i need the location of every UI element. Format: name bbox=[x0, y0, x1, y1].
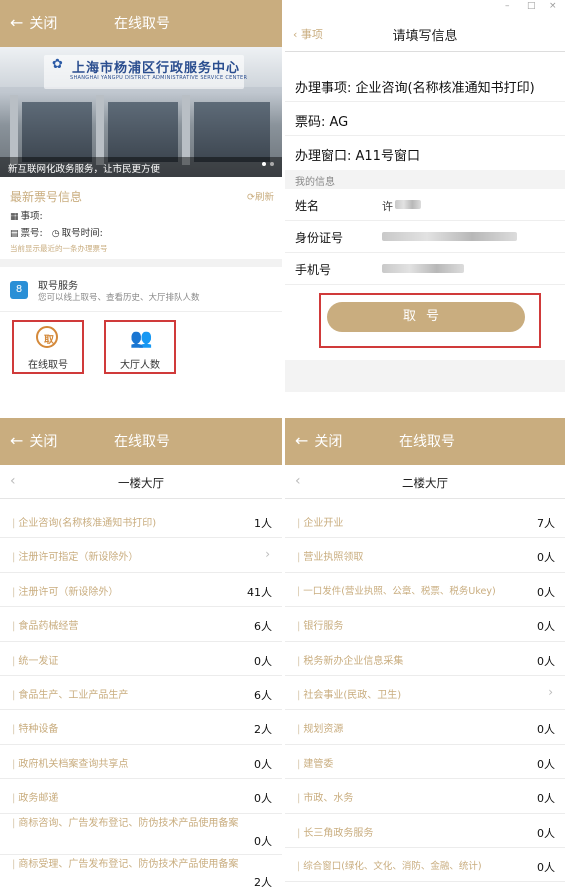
list-item[interactable]: | 特种设备 2人 bbox=[0, 710, 282, 745]
online-ticket-home: ← 关闭 在线取号 ✿ 上海市杨浦区行政服务中心 SHANGHAI YANGPU … bbox=[0, 0, 282, 405]
chevron-right-icon: › bbox=[548, 684, 553, 699]
list-item[interactable]: | 市政、水务 0人 bbox=[285, 779, 565, 814]
list-item[interactable]: | 统一发证 0人 bbox=[0, 642, 282, 676]
list-item[interactable]: | 食品生产、工业产品生产 6人 bbox=[0, 676, 282, 711]
section-header: 我的信息 bbox=[285, 170, 565, 189]
page-title: 请填写信息 bbox=[392, 29, 458, 44]
hall-count-tile[interactable]: 👥 大厅人数 bbox=[104, 320, 176, 374]
matter-icon: ▦ bbox=[10, 212, 19, 222]
window-row: 办理窗口: A11号窗口 bbox=[285, 136, 565, 170]
banner-image[interactable]: ✿ 上海市杨浦区行政服务中心 SHANGHAI YANGPU DISTRICT … bbox=[0, 47, 282, 177]
list-item[interactable]: | 一口发件(营业执照、公章、税票、税务Ukey) 0人 bbox=[285, 573, 565, 608]
list-item[interactable]: | 规划资源 0人 bbox=[285, 710, 565, 745]
close-button[interactable]: ← 关闭 bbox=[10, 13, 57, 33]
logo-icon: ✿ bbox=[52, 57, 63, 72]
hall-title: 二楼大厅 bbox=[402, 476, 448, 490]
ticket-matter-row: ▦ 事项: bbox=[10, 211, 43, 222]
list-item[interactable]: | 社会事业(民政、卫生) › bbox=[285, 676, 565, 711]
list-item[interactable]: | 注册许可指定（新设除外） › bbox=[0, 538, 282, 573]
ticket-note: 当前显示最近的一条办理票号 bbox=[10, 244, 108, 253]
people-icon: 👥 bbox=[130, 328, 153, 349]
page-title: 在线取号 bbox=[114, 434, 170, 450]
service-list: | 企业咨询(名称核准通知书打印) 1人 | 注册许可指定（新设除外） › | 注册许可（… bbox=[0, 504, 282, 895]
close-button[interactable]: ← 关闭 bbox=[295, 431, 342, 451]
ticket-service-header: 8 取号服务 您可以线上取号、查看历史、大厅排队人数 bbox=[0, 272, 282, 312]
list-item[interactable]: | 营业执照领取 0人 bbox=[285, 538, 565, 573]
service-list: | 企业开业 7人 | 营业执照领取 0人 | 一口发件(营业执照、公章、税票、税务Uke… bbox=[285, 504, 565, 883]
take-number-icon: 取 bbox=[36, 326, 58, 348]
submit-highlight: 取号 bbox=[319, 293, 541, 348]
clock-icon: ◷ bbox=[51, 229, 60, 239]
redacted-value bbox=[382, 264, 464, 273]
carousel-dots[interactable] bbox=[258, 151, 274, 170]
sub-header: ‹ 二楼大厅 bbox=[285, 465, 565, 499]
list-item[interactable]: | 政府机关档案查询共享点 0人 bbox=[0, 745, 282, 780]
page-title: 在线取号 bbox=[399, 434, 455, 450]
ticket-number-row: ▤ 票号: ◷ 取号时间: bbox=[10, 228, 103, 239]
floor2-hall-screen: ← 关闭 在线取号 ‹ 二楼大厅 | 企业开业 7人 | 营业执照领取 0人 | 一口发件(… bbox=[285, 418, 565, 895]
id-number-field[interactable]: 身份证号 bbox=[285, 221, 565, 253]
back-arrow-icon: ← bbox=[10, 13, 24, 32]
redacted-value bbox=[382, 232, 517, 241]
name-field[interactable]: 姓名 许 bbox=[285, 189, 565, 221]
latest-ticket-info: 最新票号信息 ⟳刷新 ▦ 事项: ▤ 票号: ◷ 取号时间: 当前显示最近的一条办理票… bbox=[0, 180, 282, 267]
nav-bar: ‹ 事项 请填写信息 bbox=[285, 14, 565, 52]
hall-title: 一楼大厅 bbox=[118, 476, 164, 490]
fill-info-screen: – □ × ‹ 事项 请填写信息 办理事项: 企业咨询(名称核准通知书打印) 票… bbox=[285, 0, 565, 392]
list-item[interactable]: | 商标受理、广告发布登记、防伪技术产品使用备案 2人 bbox=[0, 855, 282, 895]
list-item[interactable]: | 建管委 0人 bbox=[285, 745, 565, 780]
floor1-hall-screen: ← 关闭 在线取号 ‹ 一楼大厅 | 企业咨询(名称核准通知书打印) 1人 | 注册许可… bbox=[0, 418, 282, 895]
online-ticket-tile[interactable]: 取 在线取号 bbox=[12, 320, 84, 374]
page-title: 在线取号 bbox=[114, 16, 170, 32]
take-number-button[interactable]: 取号 bbox=[327, 302, 525, 332]
list-item[interactable]: | 企业咨询(名称核准通知书打印) 1人 bbox=[0, 504, 282, 539]
list-item[interactable]: | 长三角政务服务 0人 bbox=[285, 814, 565, 848]
list-item[interactable]: | 食品药械经营 6人 bbox=[0, 607, 282, 642]
top-bar: ← 关闭 在线取号 bbox=[0, 0, 282, 47]
sub-header: ‹ 一楼大厅 bbox=[0, 465, 282, 499]
chevron-right-icon: › bbox=[265, 547, 270, 562]
matter-row: 办理事项: 企业咨询(名称核准通知书打印) bbox=[285, 68, 565, 102]
top-bar: ← 关闭 在线取号 bbox=[285, 418, 565, 465]
banner-caption: 新互联网化政务服务，让市民更方便 bbox=[0, 157, 282, 177]
close-window-icon[interactable]: × bbox=[549, 1, 557, 11]
list-item[interactable]: | 银行服务 0人 bbox=[285, 607, 565, 642]
ticket-code-row: 票码: AG bbox=[285, 102, 565, 136]
list-item[interactable]: | 商标咨询、广告发布登记、防伪技术产品使用备案 0人 bbox=[0, 814, 282, 855]
list-item[interactable]: | 企业开业 7人 bbox=[285, 504, 565, 539]
ticket-icon: ▤ bbox=[10, 229, 19, 239]
refresh-button[interactable]: ⟳刷新 bbox=[247, 189, 274, 203]
back-arrow-icon: ← bbox=[10, 431, 24, 450]
list-item[interactable]: | 税务新办企业信息采集 0人 bbox=[285, 642, 565, 676]
back-arrow-icon: ← bbox=[295, 431, 309, 450]
ticket-service-icon: 8 bbox=[10, 281, 28, 299]
minimize-icon[interactable]: – bbox=[505, 1, 510, 11]
top-bar: ← 关闭 在线取号 bbox=[0, 418, 282, 465]
list-item[interactable]: | 综合窗口(绿化、文化、消防、金融、统计) 0人 bbox=[285, 848, 565, 883]
list-item[interactable]: | 政务邮递 0人 bbox=[0, 779, 282, 814]
sign-text-en: SHANGHAI YANGPU DISTRICT ADMINISTRATIVE … bbox=[70, 75, 248, 81]
ticket-heading: 最新票号信息 bbox=[10, 190, 83, 204]
phone-field[interactable]: 手机号 bbox=[285, 253, 565, 285]
list-item[interactable]: | 注册许可（新设除外） 41人 bbox=[0, 573, 282, 608]
window-controls: – □ × bbox=[285, 0, 565, 14]
sign-text: 上海市杨浦区行政服务中心 bbox=[72, 61, 241, 76]
close-button[interactable]: ← 关闭 bbox=[10, 431, 57, 451]
redacted-value bbox=[395, 200, 421, 209]
maximize-icon[interactable]: □ bbox=[527, 1, 536, 11]
